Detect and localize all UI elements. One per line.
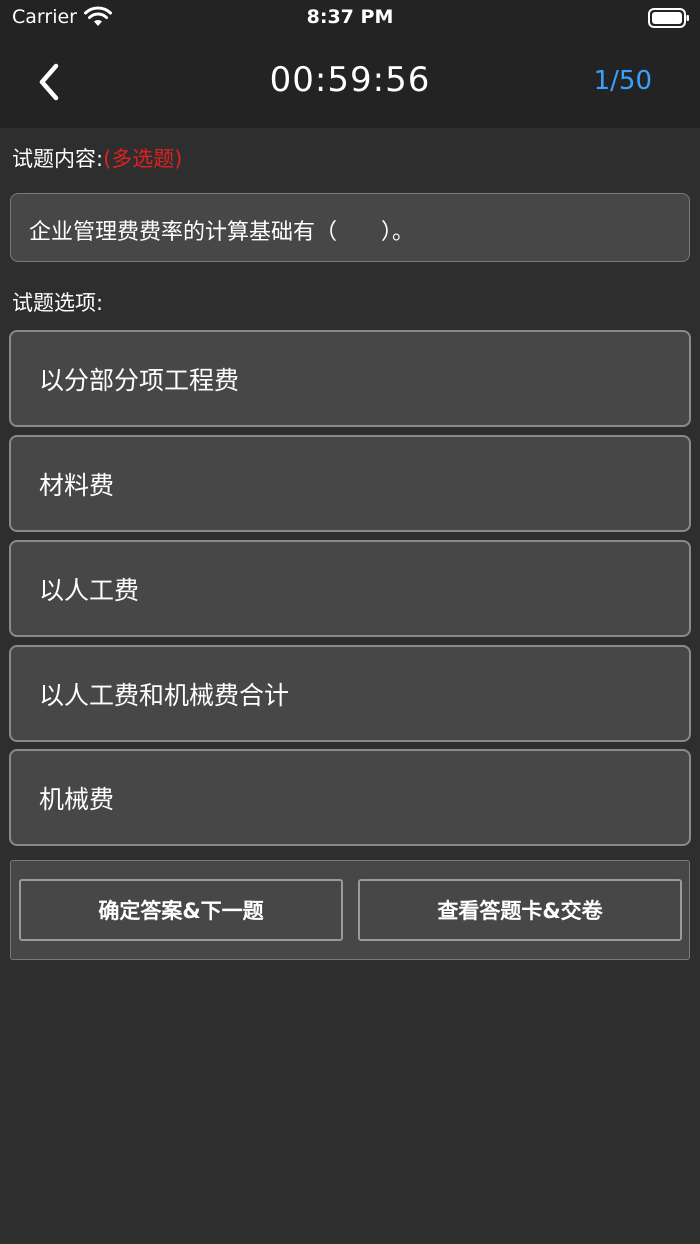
option-label: 以分部分项工程费 (39, 365, 240, 395)
question-type-badge: (多选题) (103, 147, 183, 171)
action-panel: 确定答案&下一题 查看答题卡&交卷 (10, 860, 690, 960)
confirm-next-button[interactable]: 确定答案&下一题 (19, 879, 343, 941)
nav-bar: 00:59:56 1/50 (0, 36, 700, 128)
option-label: 以人工费 (39, 575, 140, 605)
option-c[interactable]: 以人工费 (9, 540, 691, 637)
status-bar: Carrier 8:37 PM (0, 0, 700, 36)
option-e[interactable]: 机械费 (9, 749, 691, 846)
battery-icon (648, 8, 689, 28)
question-text-box: 企业管理费费率的计算基础有（ ）。 (10, 193, 690, 262)
option-label: 材料费 (39, 470, 115, 500)
option-d[interactable]: 以人工费和机械费合计 (9, 645, 691, 742)
question-label-row: 试题内容:(多选题) (12, 143, 182, 173)
option-label: 以人工费和机械费合计 (39, 680, 290, 710)
question-text: 企业管理费费率的计算基础有（ ）。 (29, 220, 415, 245)
question-counter: 1/50 (593, 66, 652, 96)
option-a[interactable]: 以分部分项工程费 (9, 330, 691, 427)
question-label: 试题内容: (12, 147, 104, 171)
status-time: 8:37 PM (306, 6, 394, 28)
option-label: 机械费 (39, 784, 115, 814)
answer-sheet-submit-button[interactable]: 查看答题卡&交卷 (358, 879, 682, 941)
option-b[interactable]: 材料费 (9, 435, 691, 532)
options-label: 试题选项: (12, 291, 104, 315)
